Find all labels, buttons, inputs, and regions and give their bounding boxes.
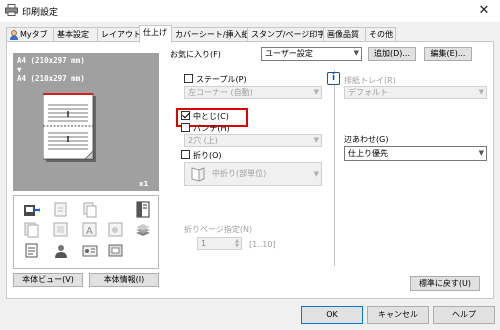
column-divider <box>334 70 335 266</box>
output-tray-label: 排紙トレイ(R) <box>344 76 396 85</box>
original-size: A4 (210x297 mm) <box>17 56 85 65</box>
paper-tray-icon[interactable] <box>81 201 98 218</box>
punch-checkbox[interactable] <box>181 123 190 132</box>
tab-basic[interactable]: 基本設定 <box>53 27 98 42</box>
copy-icon[interactable] <box>23 221 40 238</box>
tab-layout[interactable]: レイアウト <box>97 27 140 42</box>
tab-image-quality[interactable]: 画像品質 <box>323 27 366 42</box>
title-bar: 印刷設定 ✕ <box>0 0 500 22</box>
user-account-icon[interactable] <box>52 242 69 259</box>
chevron-down-icon: ▼ <box>353 49 359 57</box>
tab-label: 画像品質 <box>327 30 359 39</box>
fold-page-value: 1 <box>201 239 207 248</box>
document-icon[interactable] <box>23 242 40 259</box>
printer-device-icon[interactable] <box>23 201 40 218</box>
favorites-label: お気に入り(F) <box>170 50 221 59</box>
help-button[interactable]: ヘルプ <box>433 306 495 324</box>
zoom-label: x1 <box>139 180 149 188</box>
ok-button[interactable]: OK <box>301 306 363 324</box>
info-icon[interactable]: i <box>327 72 340 85</box>
close-icon[interactable]: ✕ <box>474 3 494 19</box>
output-tray-value: デフォルト <box>348 88 388 97</box>
stack-icon[interactable] <box>134 221 151 238</box>
fold-label: 折り(O) <box>193 151 222 160</box>
chevron-down-icon: ▼ <box>313 88 319 96</box>
tab-label: Myタブ <box>20 30 48 39</box>
edit-favorite-button[interactable]: 編集(E)... <box>424 47 472 61</box>
tab-label: その他 <box>369 30 393 39</box>
alignment-select[interactable]: 仕上り優先 ▼ <box>344 146 487 161</box>
window-title: 印刷設定 <box>22 8 59 18</box>
alignment-value: 仕上り優先 <box>348 149 388 158</box>
staple-position-select[interactable]: 左コーナー (自動) ▼ <box>184 86 322 99</box>
tab-label: 基本設定 <box>57 30 89 39</box>
chevron-down-icon: ▼ <box>313 170 319 178</box>
layout-icon[interactable] <box>52 221 69 238</box>
tab-stamp[interactable]: スタンプ/ページ印字 <box>247 27 324 42</box>
half-fold-icon <box>191 167 205 182</box>
device-info-button[interactable]: 本体情報(I) <box>89 273 159 287</box>
fold-page-label: 折りページ指定(N) <box>184 225 253 234</box>
staple-label: ステープル(P) <box>196 75 247 84</box>
id-card-icon[interactable] <box>81 242 98 259</box>
finisher-icon[interactable] <box>107 242 124 259</box>
tab-finishing[interactable]: 仕上げ <box>139 25 172 43</box>
tab-label: カバーシート/挿入紙 <box>175 30 248 39</box>
printer-icon <box>5 4 18 16</box>
favorites-select[interactable]: ユーザー設定 ▼ <box>261 47 362 61</box>
tab-cover-sheet[interactable]: カバーシート/挿入紙 <box>171 27 248 42</box>
favorites-value: ユーザー設定 <box>265 49 313 58</box>
output-size: A4 (210x297 mm) <box>17 74 85 83</box>
tab-mytab[interactable]: Myタブ <box>6 27 54 42</box>
down-arrow-icon: ▼ <box>17 65 22 74</box>
tab-label: 仕上げ <box>143 28 167 37</box>
user-icon <box>10 30 18 40</box>
punch-label: パンチ(H) <box>193 124 230 133</box>
spinner-arrows-icon: ▲ ▼ <box>235 238 239 249</box>
fold-checkbox[interactable] <box>181 150 190 159</box>
svg-text:A: A <box>86 226 93 237</box>
booklet-icon[interactable] <box>134 201 151 218</box>
add-favorite-button[interactable]: 追加(D)... <box>368 47 416 61</box>
font-icon[interactable]: A <box>81 221 98 238</box>
paper-size-icon[interactable] <box>52 201 69 218</box>
fold-page-spinner[interactable]: 1 ▲ ▼ <box>197 237 242 250</box>
device-icon-panel: A <box>13 195 159 269</box>
paper-size-text: A4 (210x297 mm) ▼ A4 (210x297 mm) <box>17 56 85 83</box>
staple-position-value: 左コーナー (自動) <box>188 88 253 97</box>
restore-defaults-button[interactable]: 標準に戻す(U) <box>410 276 480 291</box>
chevron-down-icon: ▼ <box>478 88 484 96</box>
tab-other[interactable]: その他 <box>365 27 396 42</box>
fold-select[interactable]: 中折り(部単位) ▼ <box>184 162 322 186</box>
chevron-down-icon: ▼ <box>478 149 484 157</box>
tab-label: レイアウト <box>101 30 140 39</box>
tab-label: スタンプ/ページ印字 <box>251 30 324 39</box>
device-view-button[interactable]: 本体ビュー(V) <box>13 273 83 287</box>
cancel-button[interactable]: キャンセル <box>367 306 429 324</box>
output-tray-select[interactable]: デフォルト ▼ <box>344 86 487 99</box>
image-icon[interactable] <box>107 221 124 238</box>
punch-select[interactable]: 2穴 (上) ▼ <box>184 134 322 147</box>
booklet-preview-icon <box>43 93 96 162</box>
chevron-down-icon: ▼ <box>313 136 319 144</box>
fold-page-range: [1..10] <box>249 240 276 249</box>
staple-checkbox[interactable] <box>184 74 193 83</box>
fold-value: 中折り(部単位) <box>212 169 267 178</box>
punch-value: 2穴 (上) <box>188 136 218 145</box>
alignment-label: 辺あわせ(G) <box>344 135 389 144</box>
